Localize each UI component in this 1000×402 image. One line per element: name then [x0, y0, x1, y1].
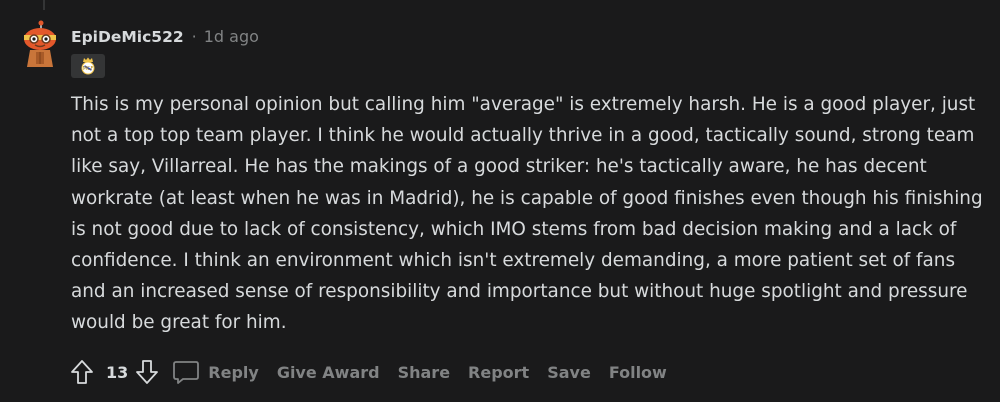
- save-button[interactable]: Save: [547, 363, 591, 382]
- report-button[interactable]: Report: [468, 363, 529, 382]
- reply-button[interactable]: Reply: [172, 359, 259, 385]
- comment-actions: 13 Reply Give Award Share Report Save Fo…: [67, 357, 685, 387]
- upvote-arrow-icon: [71, 360, 93, 384]
- comment: EpiDeMic522 · 1d ago MCF This is my pers…: [0, 0, 1000, 402]
- give-award-button[interactable]: Give Award: [277, 363, 380, 382]
- real-madrid-crest-icon: MCF: [81, 57, 95, 75]
- share-button[interactable]: Share: [398, 363, 450, 382]
- vote-score: 13: [106, 362, 129, 382]
- username[interactable]: EpiDeMic522: [71, 28, 184, 46]
- comment-bubble-icon: [173, 361, 200, 384]
- comment-body: This is my personal opinion but calling …: [71, 94, 983, 334]
- avatar[interactable]: [20, 20, 60, 68]
- svg-text:MCF: MCF: [83, 66, 94, 72]
- timestamp[interactable]: 1d ago: [204, 27, 259, 46]
- downvote-arrow-icon: [136, 360, 159, 384]
- follow-button[interactable]: Follow: [609, 363, 667, 382]
- reply-label: Reply: [208, 362, 259, 382]
- downvote-button[interactable]: [132, 357, 162, 387]
- user-flair: MCF: [71, 54, 105, 78]
- snoo-avatar-icon: [24, 20, 56, 67]
- upvote-button[interactable]: [67, 357, 97, 387]
- comment-header: EpiDeMic522 · 1d ago: [71, 27, 259, 46]
- meta-separator: ·: [191, 27, 197, 46]
